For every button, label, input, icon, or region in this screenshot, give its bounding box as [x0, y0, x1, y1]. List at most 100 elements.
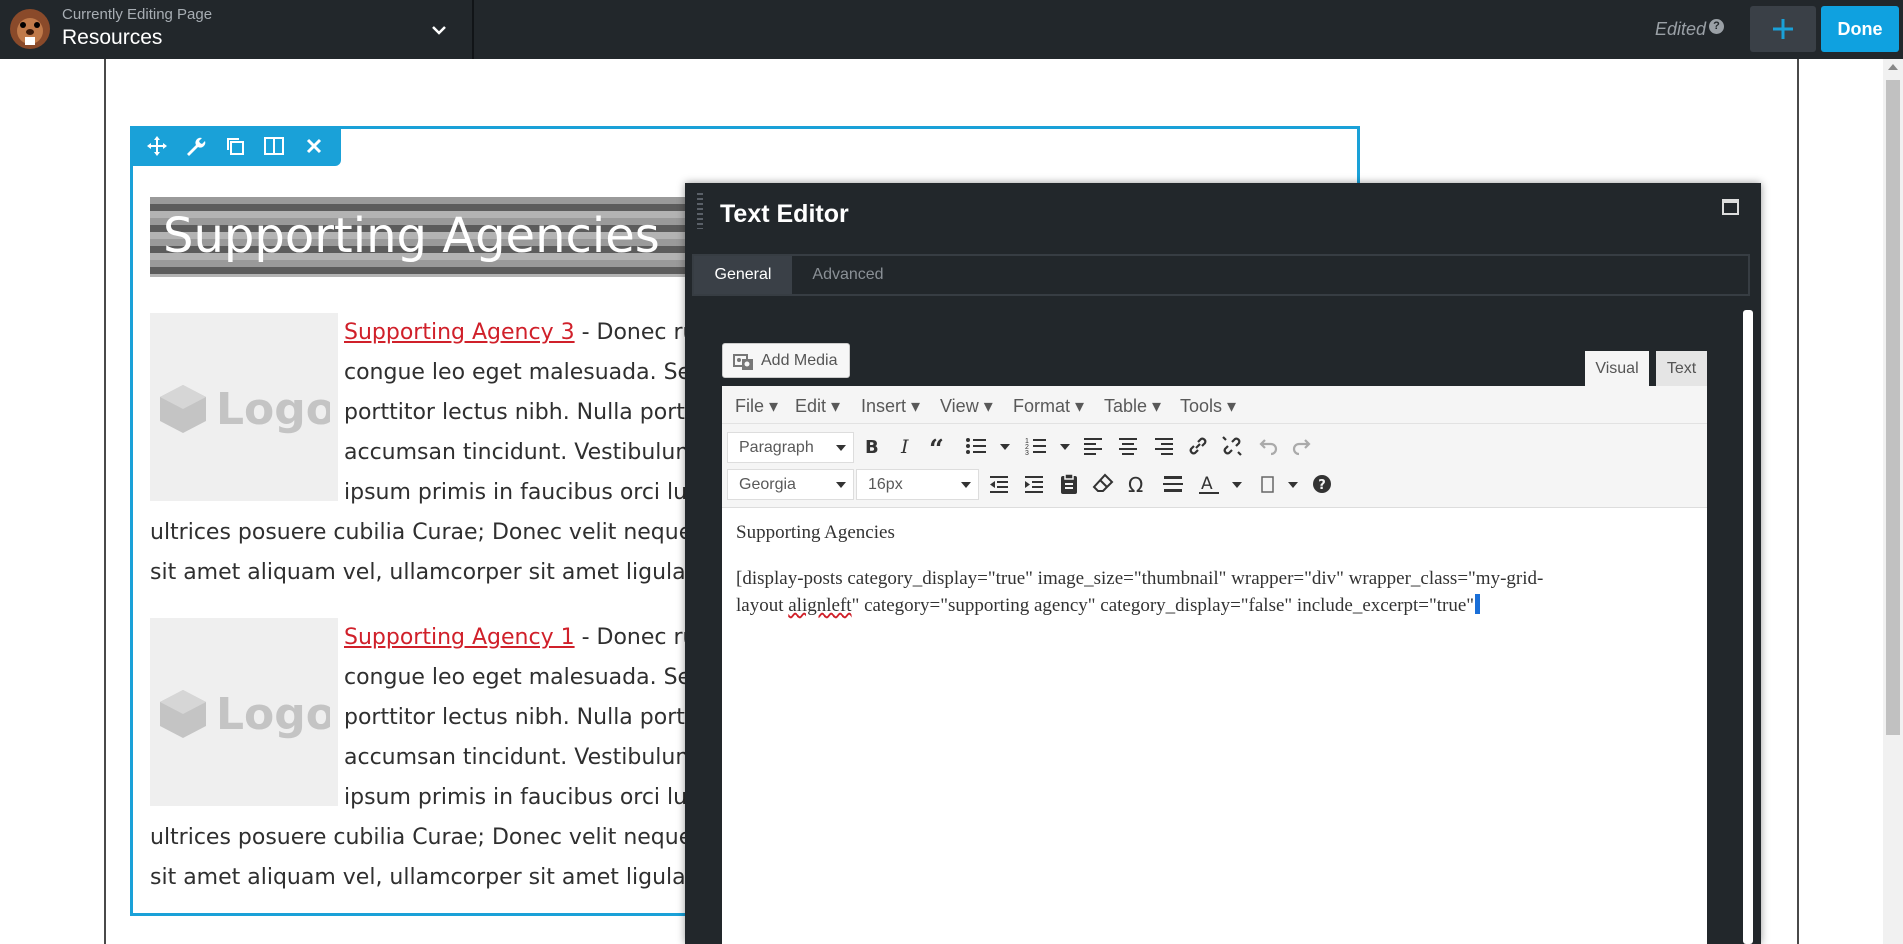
add-content-button[interactable]	[1750, 6, 1816, 52]
tab-general[interactable]: General	[694, 256, 792, 294]
text-color-icon[interactable]: A	[1197, 472, 1221, 496]
menu-file[interactable]: File ▾	[735, 396, 778, 417]
font-family-select[interactable]: Georgia	[727, 469, 854, 500]
shortcode-line: [display-posts category_display="true" i…	[736, 568, 1544, 589]
logo-text: Logo	[216, 384, 330, 435]
bullet-list-icon[interactable]	[964, 434, 988, 458]
module-toolbar	[130, 126, 341, 166]
paste-text-icon[interactable]	[1057, 472, 1081, 496]
post-line: porttitor lectus nibh. Nulla portti	[344, 400, 700, 425]
post-line: Supporting Agency 3 - Donec rutr	[344, 320, 714, 345]
tab-text[interactable]: Text	[1656, 351, 1707, 386]
paragraph-format-select[interactable]: Paragraph	[727, 432, 854, 463]
post-thumbnail: Logo	[150, 313, 338, 501]
post-line: accumsan tincidunt. Vestibulum	[344, 745, 697, 770]
post-link[interactable]: Supporting Agency 1	[344, 625, 575, 650]
columns-icon[interactable]	[263, 135, 285, 157]
numbered-list-dropdown[interactable]	[1060, 444, 1070, 450]
logo-text: Logo	[216, 689, 330, 740]
text-color-dropdown[interactable]	[1232, 482, 1242, 488]
menu-table[interactable]: Table ▾	[1104, 396, 1161, 417]
menu-format[interactable]: Format ▾	[1013, 396, 1084, 417]
background-color-dropdown[interactable]	[1288, 482, 1298, 488]
page-frame	[104, 59, 106, 944]
page-scroll-thumb[interactable]	[1886, 80, 1900, 735]
done-button[interactable]: Done	[1821, 6, 1899, 52]
drag-handle[interactable]	[697, 193, 703, 229]
tab-visual[interactable]: Visual	[1585, 351, 1649, 386]
panel-title: Text Editor	[720, 200, 849, 228]
menu-insert[interactable]: Insert ▾	[861, 396, 920, 417]
maximize-icon[interactable]	[1722, 199, 1739, 215]
logo-placeholder-icon: Logo	[160, 384, 330, 435]
svg-text:?: ?	[1318, 478, 1326, 493]
background-color-icon[interactable]	[1256, 472, 1280, 496]
wrench-icon[interactable]	[184, 135, 206, 157]
menu-edit[interactable]: Edit ▾	[795, 396, 840, 417]
editor-content-heading: Supporting Agencies	[736, 522, 895, 543]
edited-status: Edited	[1655, 19, 1707, 39]
tab-advanced[interactable]: Advanced	[802, 256, 894, 294]
post-line: congue leo eget malesuada. Sed	[344, 665, 706, 690]
menu-tools[interactable]: Tools ▾	[1180, 396, 1236, 417]
italic-icon[interactable]: I	[894, 434, 918, 458]
font-size-select[interactable]: 16px	[856, 469, 979, 500]
svg-text:“: “	[929, 435, 944, 458]
panel-scrollbar[interactable]	[1743, 310, 1753, 944]
post-line: ultrices posuere cubilia Curae; Donec ve…	[150, 825, 734, 850]
post-line: ipsum primis in faucibus orci luct	[344, 785, 708, 810]
post-line: sit amet aliquam vel, ullamcorper sit am…	[150, 560, 693, 585]
svg-text:Ω: Ω	[1128, 473, 1143, 496]
media-icon	[733, 354, 753, 370]
blockquote-icon[interactable]: “	[928, 434, 952, 458]
logo-placeholder-icon: Logo	[160, 689, 330, 740]
help-icon[interactable]: ?	[1709, 19, 1724, 34]
bullet-list-dropdown[interactable]	[1000, 444, 1010, 450]
page-name[interactable]: Resources	[62, 26, 162, 50]
post-line: accumsan tincidunt. Vestibulum	[344, 440, 697, 465]
post-line: porttitor lectus nibh. Nulla portti	[344, 705, 700, 730]
module-heading: Supporting Agencies	[163, 208, 660, 264]
align-right-icon[interactable]	[1151, 434, 1175, 458]
menu-view[interactable]: View ▾	[940, 396, 993, 417]
svg-text:I: I	[900, 436, 909, 458]
svg-text:A: A	[1201, 474, 1213, 494]
bold-icon[interactable]: B	[860, 434, 884, 458]
beaver-logo-icon	[10, 9, 50, 49]
link-icon[interactable]	[1186, 434, 1210, 458]
horizontal-line-icon[interactable]	[1161, 472, 1185, 496]
post-line: ipsum primis in faucibus orci luct	[344, 480, 708, 505]
undo-icon[interactable]	[1256, 434, 1280, 458]
redo-icon[interactable]	[1290, 434, 1314, 458]
scroll-up-arrow[interactable]	[1888, 64, 1898, 70]
post-link[interactable]: Supporting Agency 3	[344, 320, 575, 345]
post-thumbnail: Logo	[150, 618, 338, 806]
add-media-label: Add Media	[761, 352, 838, 369]
align-center-icon[interactable]	[1116, 434, 1140, 458]
post-line: ultrices posuere cubilia Curae; Donec ve…	[150, 520, 734, 545]
add-media-button[interactable]: Add Media	[722, 343, 850, 378]
clear-formatting-icon[interactable]	[1091, 472, 1115, 496]
help-icon[interactable]: ?	[1310, 472, 1334, 496]
shortcode-line: layout alignleft" category="supporting a…	[736, 594, 1481, 617]
editing-page-label: Currently Editing Page	[62, 6, 213, 23]
plus-icon	[1773, 19, 1793, 39]
svg-text:3: 3	[1025, 450, 1029, 457]
outdent-icon[interactable]	[987, 472, 1011, 496]
top-bar	[0, 0, 1903, 59]
text-cursor	[1475, 594, 1481, 614]
indent-icon[interactable]	[1022, 472, 1046, 496]
special-character-icon[interactable]: Ω	[1126, 472, 1150, 496]
align-left-icon[interactable]	[1082, 434, 1106, 458]
unlink-icon[interactable]	[1220, 434, 1244, 458]
numbered-list-icon[interactable]: 123	[1024, 434, 1048, 458]
chevron-down-icon[interactable]	[425, 16, 453, 44]
post-line: congue leo eget malesuada. Sed	[344, 360, 706, 385]
duplicate-icon[interactable]	[224, 135, 246, 157]
divider	[472, 0, 474, 59]
svg-text:B: B	[865, 437, 879, 458]
close-icon[interactable]	[303, 135, 325, 157]
misspelled-word[interactable]: alignleft	[788, 595, 851, 616]
post-line: Supporting Agency 1 - Donec rutr	[344, 625, 714, 650]
move-icon[interactable]	[146, 135, 168, 157]
